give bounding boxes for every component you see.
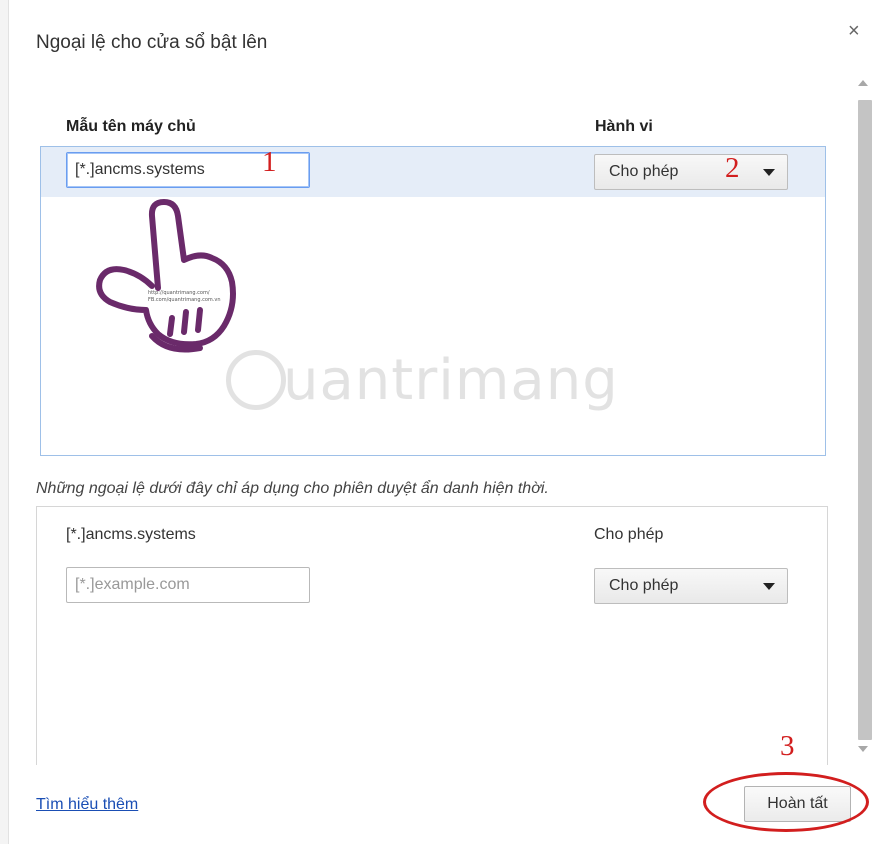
watermark-text: uantrimang xyxy=(283,348,619,413)
new-behavior-select-value: Cho phép xyxy=(609,577,679,594)
behavior-select[interactable]: Cho phép xyxy=(594,154,788,190)
annotation-3: 3 xyxy=(780,730,795,762)
incognito-exceptions-list xyxy=(36,506,828,765)
incognito-note: Những ngoại lệ dưới đây chỉ áp dụng cho … xyxy=(36,480,549,497)
incognito-row-hostname[interactable]: [*.]ancms.systems xyxy=(66,526,196,544)
hand-text-2: FB.com/quantrimang.com.vn xyxy=(148,297,221,303)
lightbulb-icon xyxy=(226,350,286,410)
scroll-up-icon[interactable] xyxy=(858,80,868,86)
scroll-down-icon[interactable] xyxy=(858,746,868,752)
left-edge xyxy=(0,0,9,844)
new-behavior-select[interactable]: Cho phép xyxy=(594,568,788,604)
annotation-1: 1 xyxy=(262,146,277,178)
behavior-column-header: Hành vi xyxy=(595,118,653,135)
scroll-thumb[interactable] xyxy=(858,100,872,740)
pointing-hand-icon: http://quantrimang.com/ FB.com/quantrima… xyxy=(96,199,236,353)
new-hostname-input[interactable]: [*.]example.com xyxy=(66,567,310,603)
hand-text-1: http://quantrimang.com/ xyxy=(148,290,210,296)
annotation-2: 2 xyxy=(725,152,740,184)
dropdown-arrow-icon xyxy=(763,583,775,590)
learn-more-link[interactable]: Tìm hiểu thêm xyxy=(36,796,138,814)
close-icon[interactable]: × xyxy=(848,20,860,43)
dropdown-arrow-icon xyxy=(763,169,775,176)
behavior-select-value: Cho phép xyxy=(609,163,679,180)
dialog-title: Ngoại lệ cho cửa sổ bật lên xyxy=(36,32,268,53)
scrollbar[interactable] xyxy=(855,76,873,764)
highlight-oval xyxy=(703,772,869,832)
incognito-row-behavior[interactable]: Cho phép xyxy=(594,526,663,544)
hostname-column-header: Mẫu tên máy chủ xyxy=(66,118,196,135)
